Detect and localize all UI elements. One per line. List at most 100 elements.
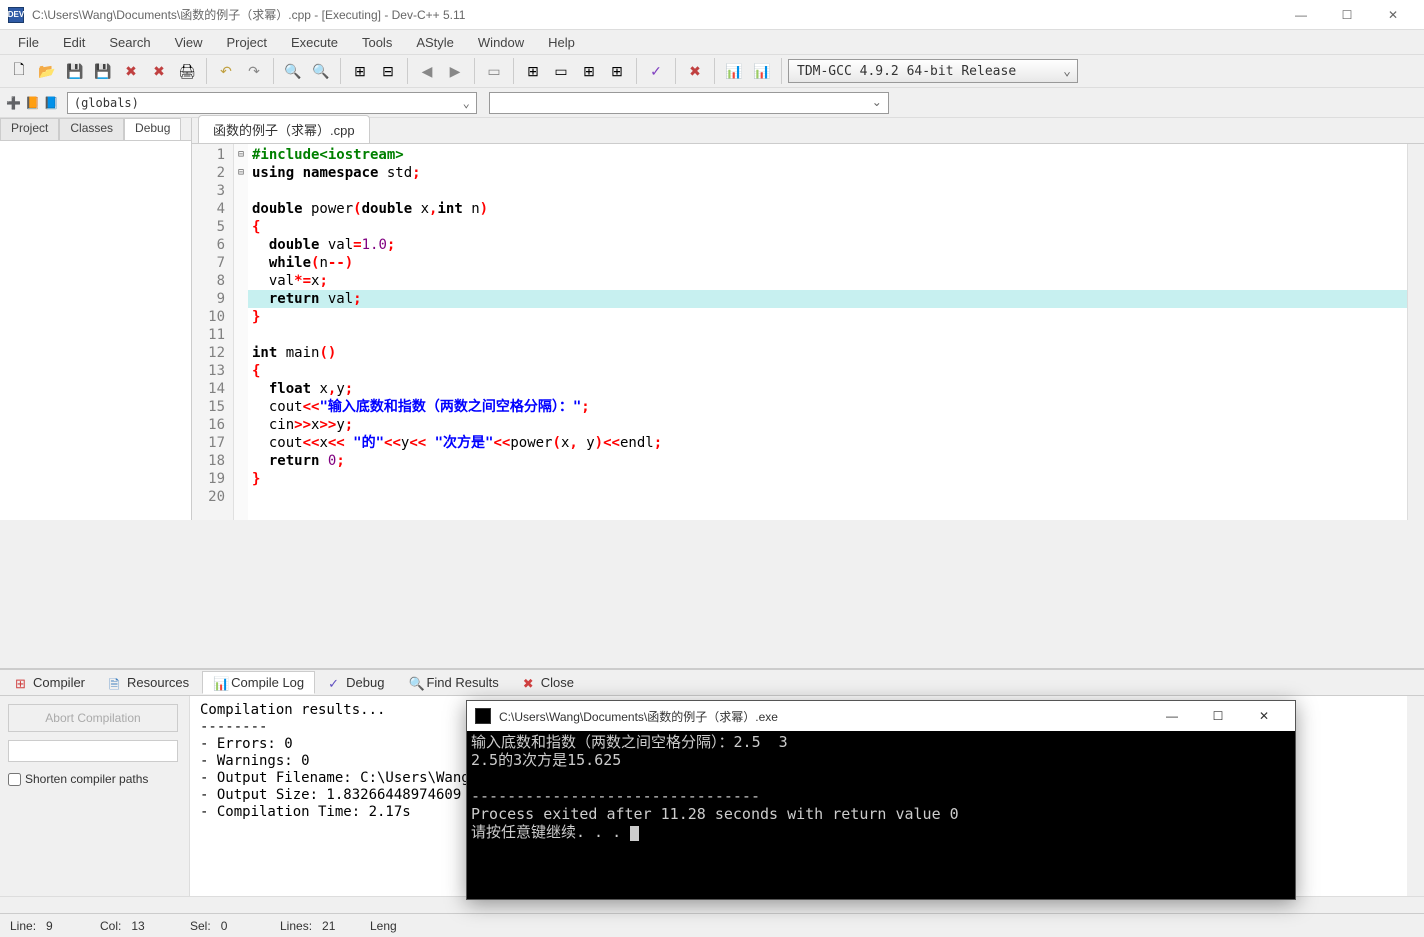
debug-icon: ✓	[328, 676, 342, 690]
left-tab-classes[interactable]: Classes	[59, 118, 124, 140]
save-icon[interactable]: 💾	[62, 58, 88, 84]
new-class-icon[interactable]: ➕	[6, 96, 21, 110]
bottom-tab-resources[interactable]: 🗎 Resources	[98, 671, 200, 694]
replace-icon[interactable]: 🔍	[308, 58, 334, 84]
compiler-selector[interactable]: TDM-GCC 4.9.2 64-bit Release	[788, 59, 1078, 83]
path-input[interactable]	[8, 740, 178, 762]
left-panel-content	[0, 140, 191, 520]
print-icon[interactable]: 🖨	[174, 58, 200, 84]
console-minimize-button[interactable]: —	[1149, 701, 1195, 731]
shorten-paths-checkbox[interactable]: Shorten compiler paths	[8, 772, 181, 786]
code-editor[interactable]: 1234567891011121314151617181920 ⊟⊟ #incl…	[192, 144, 1424, 520]
bottom-tab-label: Compile Log	[231, 675, 304, 690]
back-icon[interactable]: ◀	[414, 58, 440, 84]
debug-icon[interactable]: ✓	[643, 58, 669, 84]
redo-icon[interactable]: ↷	[241, 58, 267, 84]
forward-icon[interactable]: ▶	[442, 58, 468, 84]
console-close-button[interactable]: ✕	[1241, 701, 1287, 731]
close-button[interactable]: ✕	[1370, 0, 1416, 30]
bottom-tab-compile-log[interactable]: 📊Compile Log	[202, 671, 315, 694]
compile-run-icon[interactable]: ⊞	[576, 58, 602, 84]
bottom-tab-label: Resources	[127, 675, 189, 690]
console-titlebar[interactable]: C:\Users\Wang\Documents\函数的例子（求幂）.exe — …	[467, 701, 1295, 731]
console-title: C:\Users\Wang\Documents\函数的例子（求幂）.exe	[499, 708, 1149, 725]
bottom-tab-compiler[interactable]: ⊞ Compiler	[4, 671, 96, 694]
left-tabs: ProjectClassesDebug	[0, 118, 191, 140]
statusbar: Line: 9 Col: 13 Sel: 0 Lines: 21 Leng	[0, 913, 1424, 937]
bottom-tab-label: Close	[541, 675, 574, 690]
status-sel: Sel: 0	[190, 919, 250, 933]
titlebar: DEV C:\Users\Wang\Documents\函数的例子（求幂）.cp…	[0, 0, 1424, 30]
line-gutter: 1234567891011121314151617181920	[192, 144, 234, 520]
delete-profile-icon[interactable]: 📊	[749, 58, 775, 84]
compile-icon[interactable]: ⊞	[520, 58, 546, 84]
menu-file[interactable]: File	[8, 33, 49, 52]
goto-decl-icon[interactable]: 📘	[44, 96, 59, 110]
goto-icon[interactable]: ⊞	[347, 58, 373, 84]
console-output: 输入底数和指数（两数之间空格分隔）：2.5 3 2.5的3次方是15.625 -…	[467, 731, 1295, 843]
maximize-button[interactable]: ☐	[1324, 0, 1370, 30]
status-lines: Lines: 21	[280, 919, 340, 933]
find-icon[interactable]: 🔍	[280, 58, 306, 84]
compiler-icon: ⊞	[15, 676, 29, 690]
bottom-tab-label: Find Results	[426, 675, 498, 690]
window-controls: — ☐ ✕	[1278, 0, 1416, 30]
status-length: Leng	[370, 919, 430, 933]
bookmark-icon[interactable]: ▭	[481, 58, 507, 84]
new-file-icon[interactable]: 🗋	[6, 58, 32, 84]
fold-column[interactable]: ⊟⊟	[234, 144, 248, 520]
menu-project[interactable]: Project	[217, 33, 277, 52]
editor-panel: 函数的例子（求幂）.cpp 12345678910111213141516171…	[192, 118, 1424, 520]
close-file-icon[interactable]: ✖	[118, 58, 144, 84]
menu-tools[interactable]: Tools	[352, 33, 402, 52]
run-icon[interactable]: ▭	[548, 58, 574, 84]
menu-help[interactable]: Help	[538, 33, 585, 52]
file-tabs: 函数的例子（求幂）.cpp	[192, 118, 1424, 144]
main-area: ProjectClassesDebug 函数的例子（求幂）.cpp 123456…	[0, 118, 1424, 520]
bottom-tab-label: Debug	[346, 675, 384, 690]
bottom-tab-find-results[interactable]: 🔍 Find Results	[397, 671, 509, 694]
menu-edit[interactable]: Edit	[53, 33, 95, 52]
menu-search[interactable]: Search	[99, 33, 160, 52]
menu-execute[interactable]: Execute	[281, 33, 348, 52]
stop-icon[interactable]: ✖	[682, 58, 708, 84]
save-all-icon[interactable]: 💾	[90, 58, 116, 84]
find-results-icon: 🔍	[408, 676, 422, 690]
bottom-tab-debug[interactable]: ✓ Debug	[317, 671, 395, 694]
goto-class-icon[interactable]: 📙	[25, 96, 40, 110]
left-tab-project[interactable]: Project	[0, 118, 59, 140]
member-selector[interactable]	[489, 92, 889, 114]
globals-selector[interactable]: (globals)	[67, 92, 477, 114]
file-tab[interactable]: 函数的例子（求幂）.cpp	[198, 115, 370, 143]
close-icon: ✖	[523, 676, 537, 690]
cursor-icon	[630, 826, 639, 841]
open-icon[interactable]: 📂	[34, 58, 60, 84]
menu-window[interactable]: Window	[468, 33, 534, 52]
class-toolbar: ➕ 📙 📘 (globals)	[0, 88, 1424, 118]
left-panel: ProjectClassesDebug	[0, 118, 192, 520]
bottom-tab-close[interactable]: ✖ Close	[512, 671, 585, 694]
toggle-icon[interactable]: ⊟	[375, 58, 401, 84]
left-tab-debug[interactable]: Debug	[124, 118, 181, 140]
code-content[interactable]: #include<iostream>using namespace std; d…	[248, 144, 1407, 520]
rebuild-icon[interactable]: ⊞	[604, 58, 630, 84]
shorten-paths-input[interactable]	[8, 773, 21, 786]
editor-vscroll[interactable]	[1407, 144, 1424, 520]
menubar: FileEditSearch ViewProjectExecuteToolsASt…	[0, 30, 1424, 54]
compile-controls: Abort Compilation Shorten compiler paths	[0, 696, 190, 896]
abort-compilation-button[interactable]: Abort Compilation	[8, 704, 178, 732]
log-vscroll[interactable]	[1407, 696, 1424, 896]
bottom-tab-label: Compiler	[33, 675, 85, 690]
console-window[interactable]: C:\Users\Wang\Documents\函数的例子（求幂）.exe — …	[466, 700, 1296, 900]
shorten-paths-label: Shorten compiler paths	[25, 772, 148, 786]
main-toolbar: 🗋 📂 💾 💾 ✖ ✖ 🖨 ↶ ↷ 🔍 🔍 ⊞ ⊟ ◀ ▶ ▭ ⊞ ▭ ⊞ ⊞ …	[0, 54, 1424, 88]
close-all-icon[interactable]: ✖	[146, 58, 172, 84]
profile-icon[interactable]: 📊	[721, 58, 747, 84]
menu-astyle[interactable]: AStyle	[406, 33, 464, 52]
minimize-button[interactable]: —	[1278, 0, 1324, 30]
undo-icon[interactable]: ↶	[213, 58, 239, 84]
console-maximize-button[interactable]: ☐	[1195, 701, 1241, 731]
resources-icon: 🗎	[109, 676, 123, 690]
menu-view[interactable]: View	[165, 33, 213, 52]
bottom-tabs: ⊞ Compiler 🗎 Resources 📊Compile Log ✓ Debug 🔍 Fi…	[0, 670, 1424, 696]
